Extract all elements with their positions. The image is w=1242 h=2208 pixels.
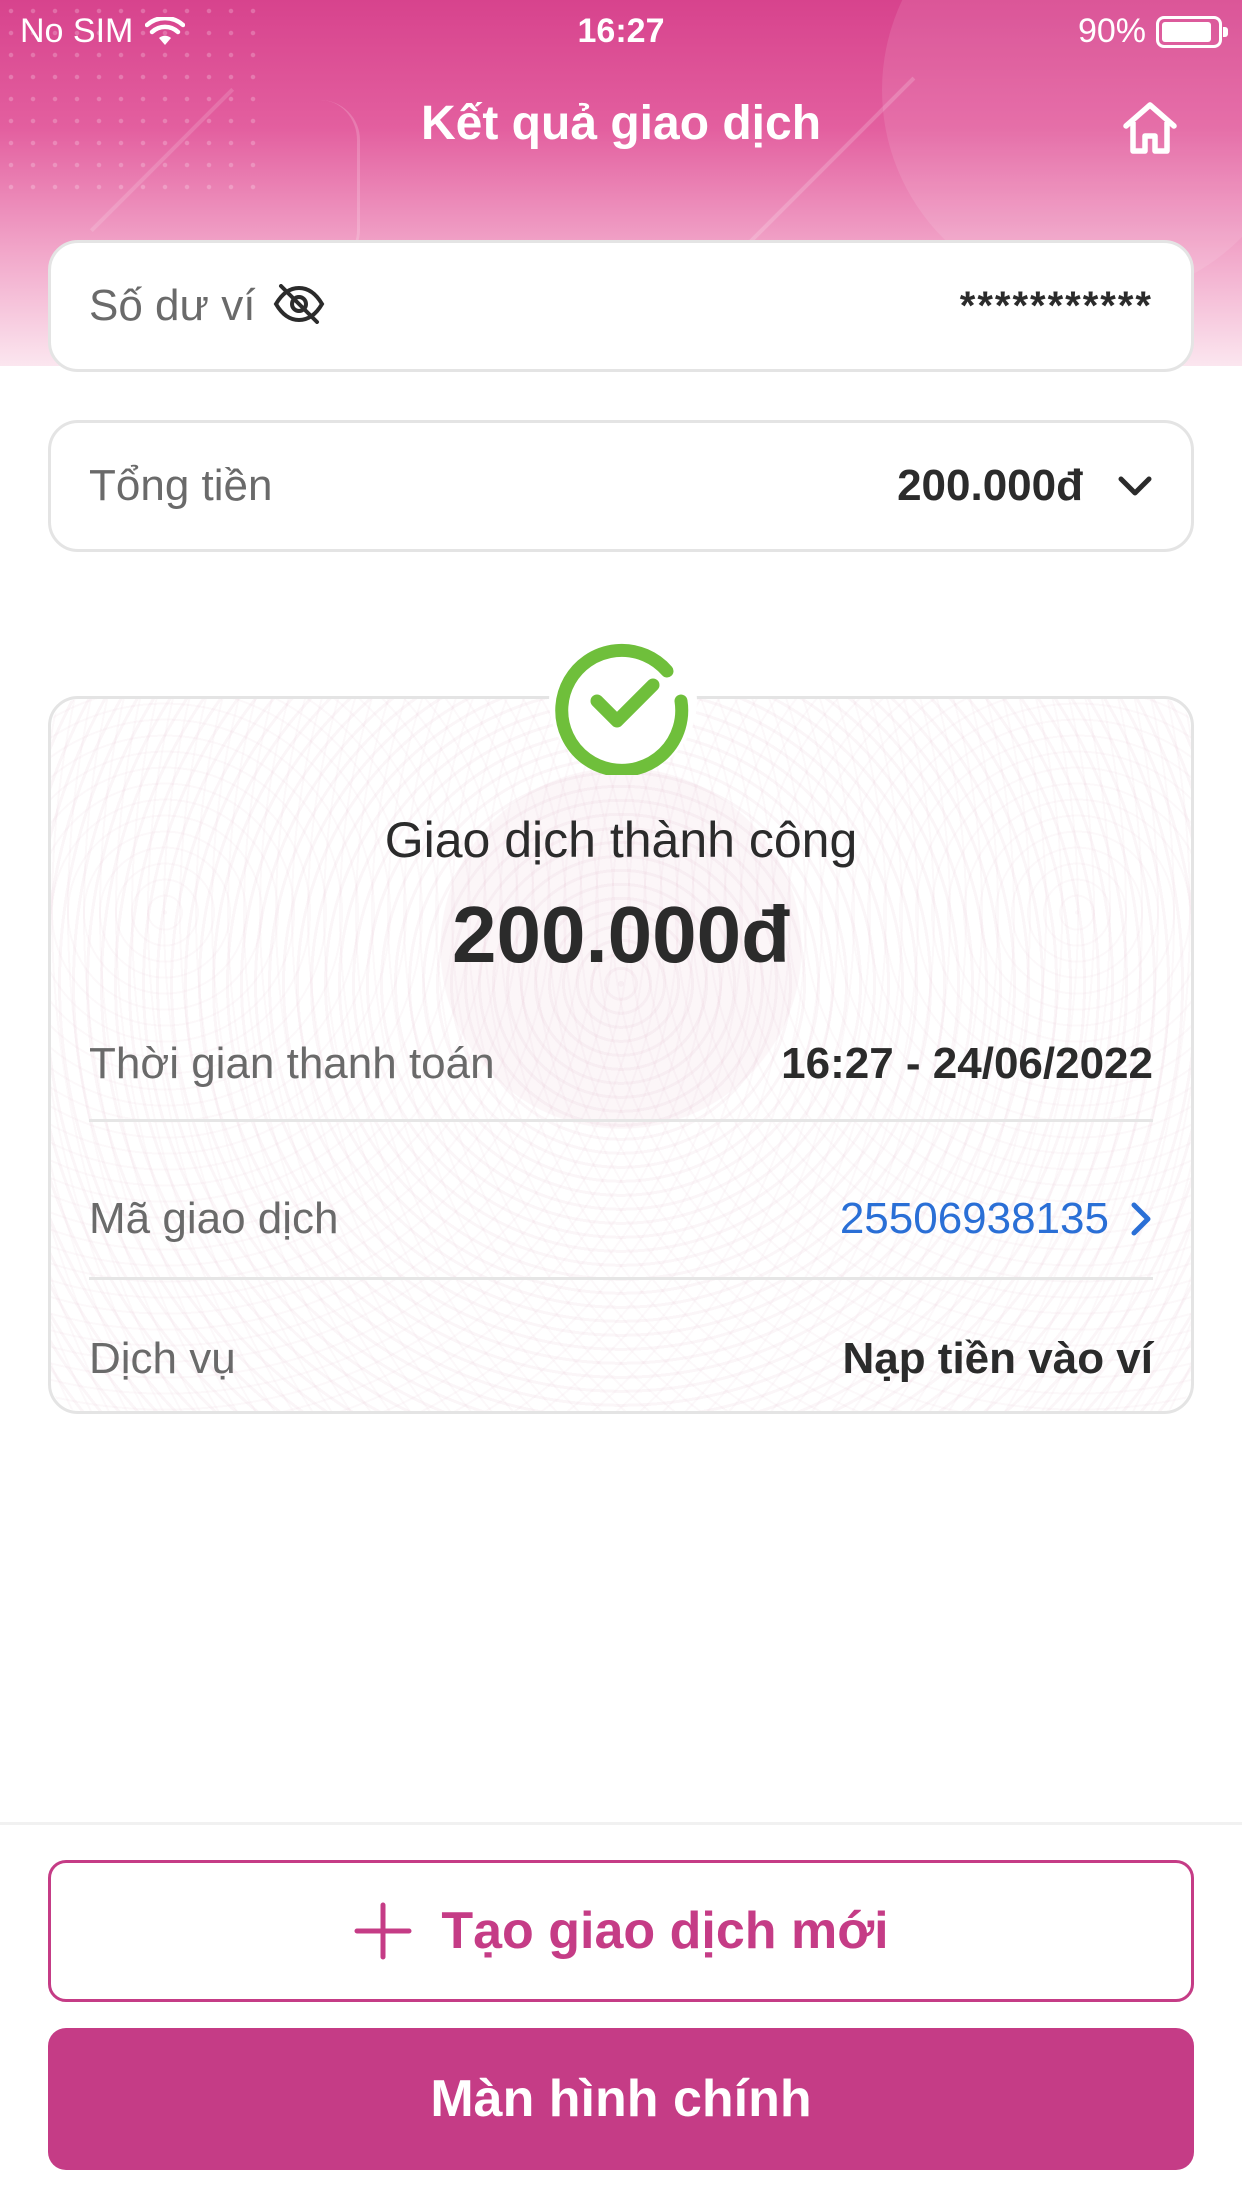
status-time: 16:27	[577, 12, 665, 50]
service-label: Dịch vụ	[89, 1334, 236, 1383]
status-right: 90%	[1077, 12, 1228, 51]
total-card[interactable]: Tổng tiền 200.000đ	[48, 420, 1194, 552]
page-title: Kết quả giao dịch	[420, 97, 822, 150]
home-icon	[1123, 102, 1177, 154]
success-badge	[549, 627, 697, 777]
home-button[interactable]	[1118, 96, 1182, 160]
total-value: 200.000đ	[897, 461, 1083, 510]
battery-icon	[1156, 15, 1228, 48]
plus-icon	[354, 1902, 412, 1960]
transaction-id-link[interactable]: 25506938135	[840, 1194, 1153, 1244]
status-text: Giao dịch thành công	[384, 812, 858, 868]
toggle-visibility-button[interactable]	[273, 283, 325, 329]
total-value-group: 200.000đ	[897, 461, 1153, 511]
transaction-result-card: Giao dịch thành công 200.000đ Thời gian …	[48, 627, 1194, 1414]
balance-label: Số dư ví	[89, 281, 256, 330]
total-label: Tổng tiền	[89, 461, 273, 510]
transaction-id-value[interactable]: 25506938135	[840, 1194, 1109, 1244]
detail-row-transaction-id[interactable]: Mã giao dịch 25506938135	[51, 1169, 1191, 1269]
battery-percent: 90%	[1077, 12, 1146, 50]
chevron-right-icon	[1131, 1202, 1151, 1236]
detail-row-service: Dịch vụ Nạp tiền vào ví	[51, 1309, 1191, 1409]
balance-label-group: Số dư ví	[89, 281, 325, 331]
transaction-amount: 200.000đ	[451, 890, 791, 979]
balance-card: Số dư ví ***********	[48, 240, 1194, 372]
footer-separator	[0, 1822, 1242, 1825]
balance-value: ***********	[959, 283, 1153, 328]
payment-time-value: 16:27 - 24/06/2022	[781, 1039, 1153, 1088]
check-circle-icon	[555, 643, 689, 777]
detail-row-time: Thời gian thanh toán 16:27 - 24/06/2022	[51, 1019, 1191, 1109]
divider	[89, 1119, 1153, 1122]
eye-off-icon	[274, 283, 325, 324]
main-screen-button[interactable]: Màn hình chính	[48, 2028, 1194, 2170]
status-bar: No SIM 16:27 90%	[0, 0, 1242, 60]
divider	[89, 1277, 1153, 1280]
new-transaction-button[interactable]: Tạo giao dịch mới	[48, 1860, 1194, 2002]
transaction-id-label: Mã giao dịch	[89, 1194, 339, 1243]
main-screen-label: Màn hình chính	[430, 2070, 812, 2128]
new-transaction-label: Tạo giao dịch mới	[441, 1902, 889, 1960]
battery-fill	[1162, 21, 1211, 42]
service-value: Nạp tiền vào ví	[842, 1334, 1153, 1383]
chevron-down-icon[interactable]	[1117, 474, 1153, 498]
payment-time-label: Thời gian thanh toán	[89, 1039, 495, 1088]
